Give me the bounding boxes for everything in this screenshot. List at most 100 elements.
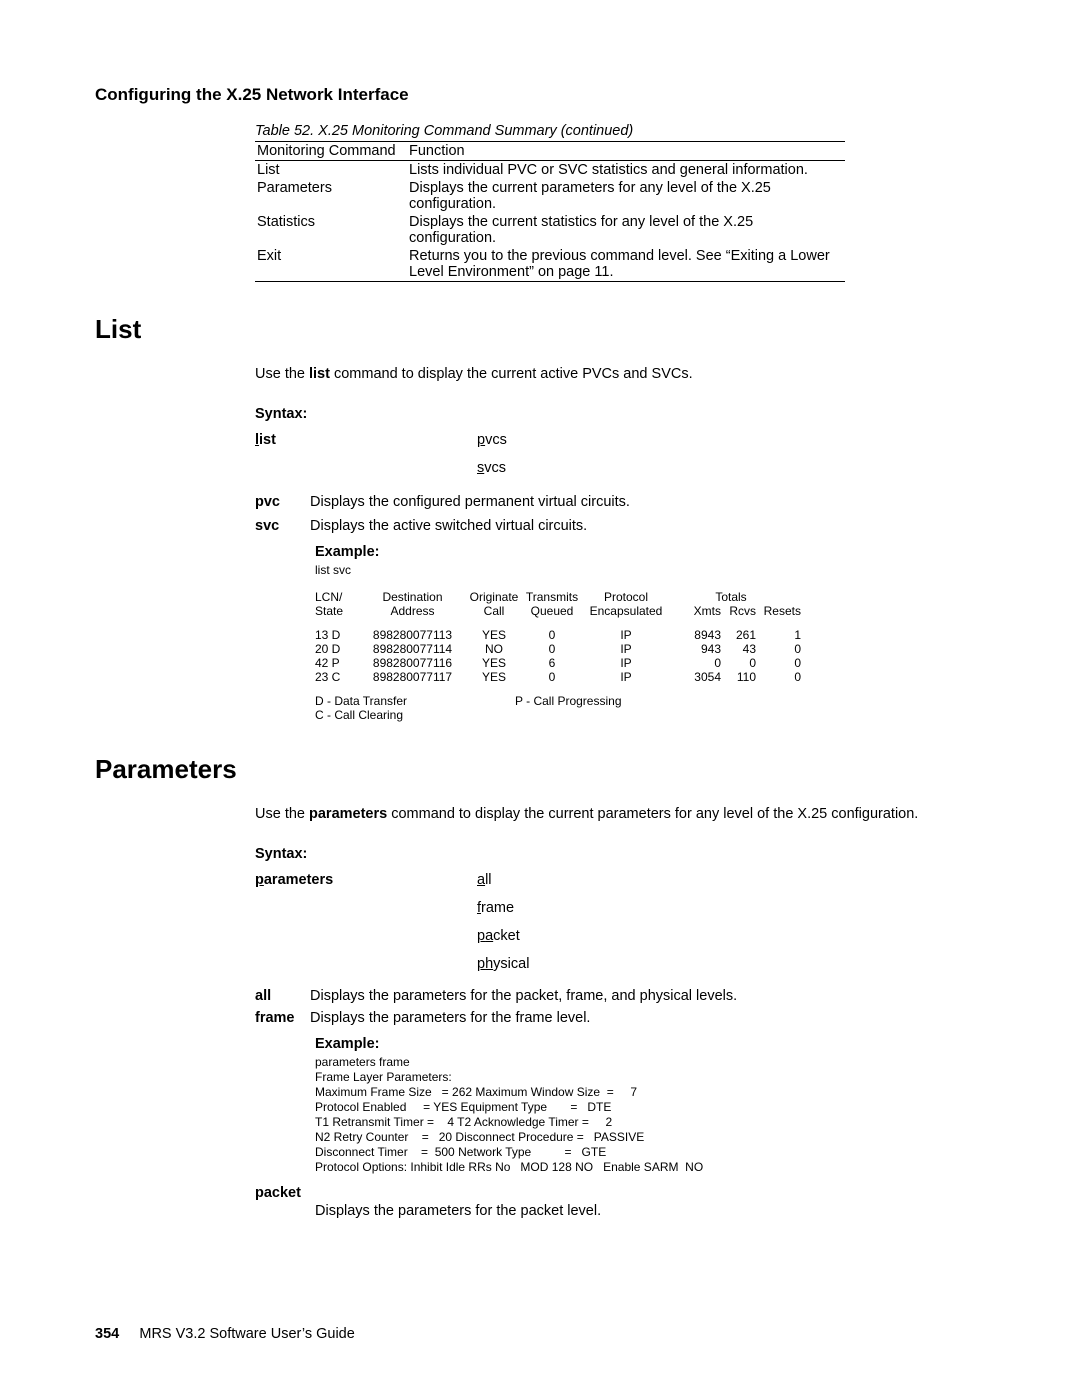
- table-cell: Exit: [255, 248, 409, 280]
- list-option: svcs: [477, 460, 506, 476]
- state-cell: 20 D: [315, 642, 360, 656]
- table-col2-header: Function: [409, 143, 839, 159]
- state-row: 13 D898280077113YES0IP89432611: [315, 628, 1035, 642]
- definition-term: all: [255, 988, 310, 1004]
- example-label: Example:: [315, 1036, 1035, 1052]
- col-header: Transmits: [523, 590, 581, 604]
- table-cell: Lists individual PVC or SVC statistics a…: [409, 162, 839, 178]
- state-cell: YES: [465, 670, 523, 684]
- table-cell: Returns you to the previous command leve…: [409, 248, 839, 280]
- state-cell: 943: [671, 642, 721, 656]
- legend-line: D - Data Transfer: [315, 694, 515, 708]
- state-cell: 0: [721, 656, 756, 670]
- syntax-label: Syntax:: [255, 406, 1035, 422]
- table-cell: Displays the current statistics for any …: [409, 214, 839, 246]
- definition-text: Displays the parameters for the frame le…: [310, 1010, 1035, 1026]
- page-footer: 354 MRS V3.2 Software User’s Guide: [95, 1326, 355, 1342]
- packet-definition: Displays the parameters for the packet l…: [315, 1203, 1035, 1219]
- command-name: list: [309, 366, 330, 382]
- col-header: Protocol: [581, 590, 671, 604]
- state-cell: IP: [581, 670, 671, 684]
- parameters-command: parameters: [255, 872, 333, 888]
- list-command-line: list pvcs: [255, 432, 1035, 448]
- state-cell: 13 D: [315, 628, 360, 642]
- state-cell: 43: [721, 642, 756, 656]
- col-header: Address: [360, 604, 465, 618]
- col-header: Xmts: [671, 604, 721, 618]
- parameters-option: all: [477, 872, 492, 888]
- table-col1-header: Monitoring Command: [255, 143, 409, 159]
- state-cell: 42 P: [315, 656, 360, 670]
- example-label: Example:: [315, 544, 1035, 560]
- col-header: Totals: [671, 590, 791, 604]
- state-cell: 898280077114: [360, 642, 465, 656]
- list-intro: Use the list command to display the curr…: [255, 365, 1035, 384]
- table-cell: Parameters: [255, 180, 409, 212]
- table-row: List Lists individual PVC or SVC statist…: [255, 161, 845, 179]
- state-cell: IP: [581, 642, 671, 656]
- table-row: Statistics Displays the current statisti…: [255, 213, 845, 247]
- parameters-intro: Use the parameters command to display th…: [255, 805, 1035, 824]
- legend-line: C - Call Clearing: [315, 708, 515, 722]
- state-cell: YES: [465, 656, 523, 670]
- state-cell: YES: [465, 628, 523, 642]
- state-cell: 0: [523, 670, 581, 684]
- state-cell: 1: [756, 628, 801, 642]
- state-row: 42 P898280077116YES6IP000: [315, 656, 1035, 670]
- parameters-option: ph: [477, 956, 493, 972]
- frame-example-output: parameters frame Frame Layer Parameters:…: [315, 1055, 1035, 1175]
- col-header: Encapsulated: [581, 604, 671, 618]
- state-cell: NO: [465, 642, 523, 656]
- state-cell: 0: [756, 642, 801, 656]
- definition-term: pvc: [255, 494, 310, 510]
- table-row: Exit Returns you to the previous command…: [255, 247, 845, 281]
- legend-line: P - Call Progressing: [515, 694, 715, 708]
- state-cell: 6: [523, 656, 581, 670]
- parameters-option: pa: [477, 928, 493, 944]
- table-row: Parameters Displays the current paramete…: [255, 179, 845, 213]
- table-caption: Table 52. X.25 Monitoring Command Summar…: [255, 123, 1035, 139]
- state-legend: D - Data Transfer C - Call Clearing P - …: [315, 694, 1035, 722]
- definition-term: frame: [255, 1010, 310, 1026]
- definition-text: Displays the configured permanent virtua…: [310, 494, 1035, 510]
- state-cell: 261: [721, 628, 756, 642]
- state-cell: 0: [756, 670, 801, 684]
- col-header: LCN/: [315, 590, 360, 604]
- state-row: 20 D898280077114NO0IP943430: [315, 642, 1035, 656]
- definition-term: svc: [255, 518, 310, 534]
- state-cell: 0: [756, 656, 801, 670]
- definition-text: Displays the parameters for the packet, …: [310, 988, 1035, 1004]
- example-command: list svc: [315, 563, 1035, 578]
- running-head: Configuring the X.25 Network Interface: [95, 85, 1035, 105]
- text: Use the: [255, 366, 309, 382]
- definition-row: svc Displays the active switched virtual…: [255, 518, 1035, 534]
- definition-row: all Displays the parameters for the pack…: [255, 988, 1035, 1004]
- table-cell: Statistics: [255, 214, 409, 246]
- page-number: 354: [95, 1326, 119, 1342]
- text: Use the: [255, 806, 309, 822]
- state-cell: 8943: [671, 628, 721, 642]
- state-cell: 0: [523, 628, 581, 642]
- syntax-label: Syntax:: [255, 846, 1035, 862]
- col-header: Rcvs: [721, 604, 756, 618]
- state-cell: 23 C: [315, 670, 360, 684]
- state-cell: 110: [721, 670, 756, 684]
- state-cell: IP: [581, 628, 671, 642]
- parameters-option: frame: [477, 900, 514, 916]
- state-cell: 3054: [671, 670, 721, 684]
- table-cell: Displays the current parameters for any …: [409, 180, 839, 212]
- list-command: list: [255, 432, 276, 448]
- state-table: LCN/ Destination Originate Transmits Pro…: [315, 590, 1035, 684]
- definition-row: pvc Displays the configured permanent vi…: [255, 494, 1035, 510]
- col-header: Queued: [523, 604, 581, 618]
- text: command to display the current parameter…: [387, 806, 918, 822]
- definition-row: frame Displays the parameters for the fr…: [255, 1010, 1035, 1026]
- state-cell: 898280077113: [360, 628, 465, 642]
- text: command to display the current active PV…: [330, 366, 693, 382]
- col-header: Destination: [360, 590, 465, 604]
- col-header: Call: [465, 604, 523, 618]
- parameters-option-tail: ysical: [493, 956, 529, 972]
- list-option: pvcs: [477, 432, 507, 448]
- state-row: 23 C898280077117YES0IP30541100: [315, 670, 1035, 684]
- state-cell: IP: [581, 656, 671, 670]
